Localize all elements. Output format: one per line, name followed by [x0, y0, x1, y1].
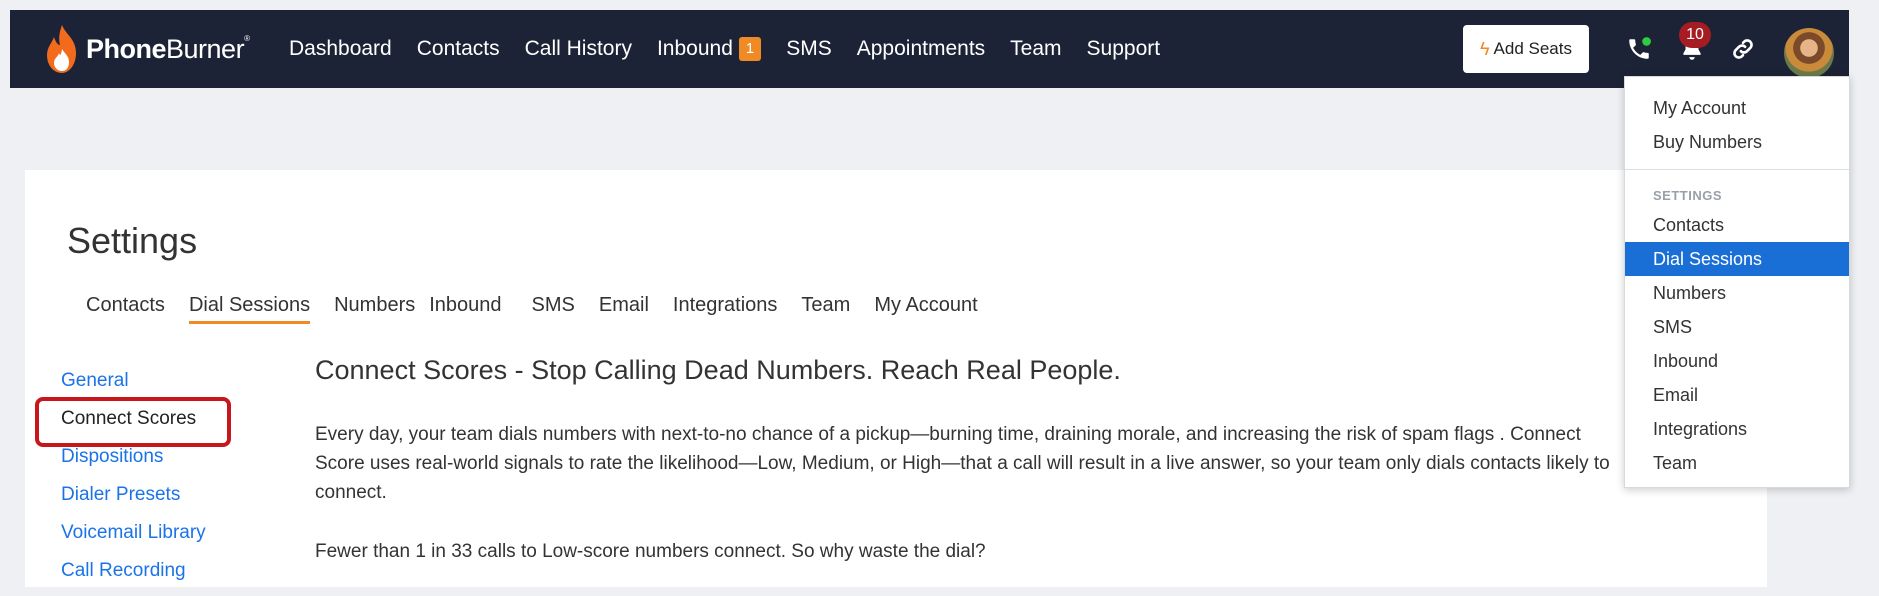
sidenav-dialer-presets[interactable]: Dialer Presets — [61, 476, 206, 514]
user-avatar[interactable] — [1784, 28, 1834, 78]
inbound-count-badge: 1 — [738, 37, 762, 61]
tab-email[interactable]: Email — [599, 294, 649, 324]
nav-label: SMS — [786, 37, 832, 60]
nav-support[interactable]: Support — [1087, 37, 1161, 61]
tab-integrations[interactable]: Integrations — [673, 294, 778, 324]
add-seats-button[interactable]: ϟ Add Seats — [1463, 25, 1589, 73]
nav-label: Dashboard — [289, 37, 392, 60]
nav-contacts[interactable]: Contacts — [417, 37, 500, 61]
menu-team[interactable]: Team — [1625, 446, 1849, 480]
menu-divider — [1625, 169, 1849, 170]
nav-dashboard[interactable]: Dashboard — [289, 37, 392, 61]
settings-sidenav: General Connect Scores Dispositions Dial… — [35, 362, 231, 590]
nav-call-history[interactable]: Call History — [525, 37, 632, 61]
tab-numbers[interactable]: Numbers — [334, 294, 415, 324]
link-button[interactable] — [1724, 30, 1762, 68]
tab-inbound[interactable]: Inbound — [429, 294, 501, 324]
nav-label: Support — [1086, 37, 1161, 60]
sidenav-connect-scores[interactable]: Connect Scores — [35, 397, 231, 447]
content-heading: Connect Scores - Stop Calling Dead Numbe… — [315, 355, 1121, 385]
nav-label: Appointments — [856, 37, 986, 60]
nav-label: Team — [1010, 37, 1062, 60]
content-paragraph: Fewer than 1 in 33 calls to Low-score nu… — [315, 541, 986, 562]
nav-sms[interactable]: SMS — [786, 37, 832, 61]
main-nav: Dashboard Contacts Call History Inbound 1… — [289, 10, 1185, 88]
add-seats-label: Add Seats — [1493, 39, 1572, 58]
phone-icon — [1629, 37, 1651, 59]
menu-numbers[interactable]: Numbers — [1625, 276, 1849, 310]
notification-count-badge: 10 — [1679, 22, 1711, 48]
sidenav-voicemail-library[interactable]: Voicemail Library — [61, 514, 206, 552]
content-paragraph: Every day, your team dials numbers with … — [315, 424, 1610, 503]
link-icon — [1733, 39, 1753, 59]
settings-card: Settings Contacts Dial Sessions Numbers … — [25, 170, 1767, 587]
menu-buy-numbers[interactable]: Buy Numbers — [1625, 125, 1849, 159]
phone-button[interactable] — [1620, 30, 1658, 68]
menu-section-header: SETTINGS — [1653, 188, 1723, 203]
menu-inbound[interactable]: Inbound — [1625, 344, 1849, 378]
tab-my-account[interactable]: My Account — [874, 294, 977, 324]
menu-sms[interactable]: SMS — [1625, 310, 1849, 344]
menu-contacts[interactable]: Contacts — [1625, 208, 1849, 242]
nav-label: Call History — [524, 37, 632, 60]
nav-team[interactable]: Team — [1010, 37, 1061, 61]
top-navbar: PhoneBurner® Dashboard Contacts Call His… — [10, 10, 1849, 88]
sidenav-call-recording[interactable]: Call Recording — [61, 552, 206, 590]
menu-dial-sessions[interactable]: Dial Sessions — [1625, 242, 1849, 276]
tab-team[interactable]: Team — [801, 294, 850, 324]
menu-integrations[interactable]: Integrations — [1625, 412, 1849, 446]
tab-sms[interactable]: SMS — [532, 294, 575, 324]
nav-label: Contacts — [416, 37, 500, 60]
page-title: Settings — [67, 220, 198, 261]
highlight-box — [35, 397, 231, 447]
bolt-icon: ϟ — [1480, 38, 1490, 59]
nav-inbound[interactable]: Inbound 1 — [656, 37, 762, 61]
nav-label: Inbound — [656, 37, 733, 60]
settings-tabs: Contacts Dial Sessions Numbers Inbound S… — [86, 294, 1002, 324]
phoneburner-logo[interactable]: PhoneBurner® — [42, 20, 250, 78]
account-dropdown-menu: My Account Buy Numbers SETTINGS Contacts… — [1624, 76, 1850, 488]
tab-dial-sessions[interactable]: Dial Sessions — [188, 294, 311, 324]
tab-contacts[interactable]: Contacts — [86, 294, 165, 324]
settings-content: Connect Scores - Stop Calling Dead Numbe… — [315, 355, 1615, 596]
flame-logo-icon — [47, 25, 76, 73]
menu-email[interactable]: Email — [1625, 378, 1849, 412]
menu-my-account[interactable]: My Account — [1625, 91, 1849, 125]
brand-name: PhoneBurner® — [86, 33, 250, 64]
nav-appointments[interactable]: Appointments — [857, 37, 985, 61]
sidenav-general[interactable]: General — [61, 362, 206, 400]
